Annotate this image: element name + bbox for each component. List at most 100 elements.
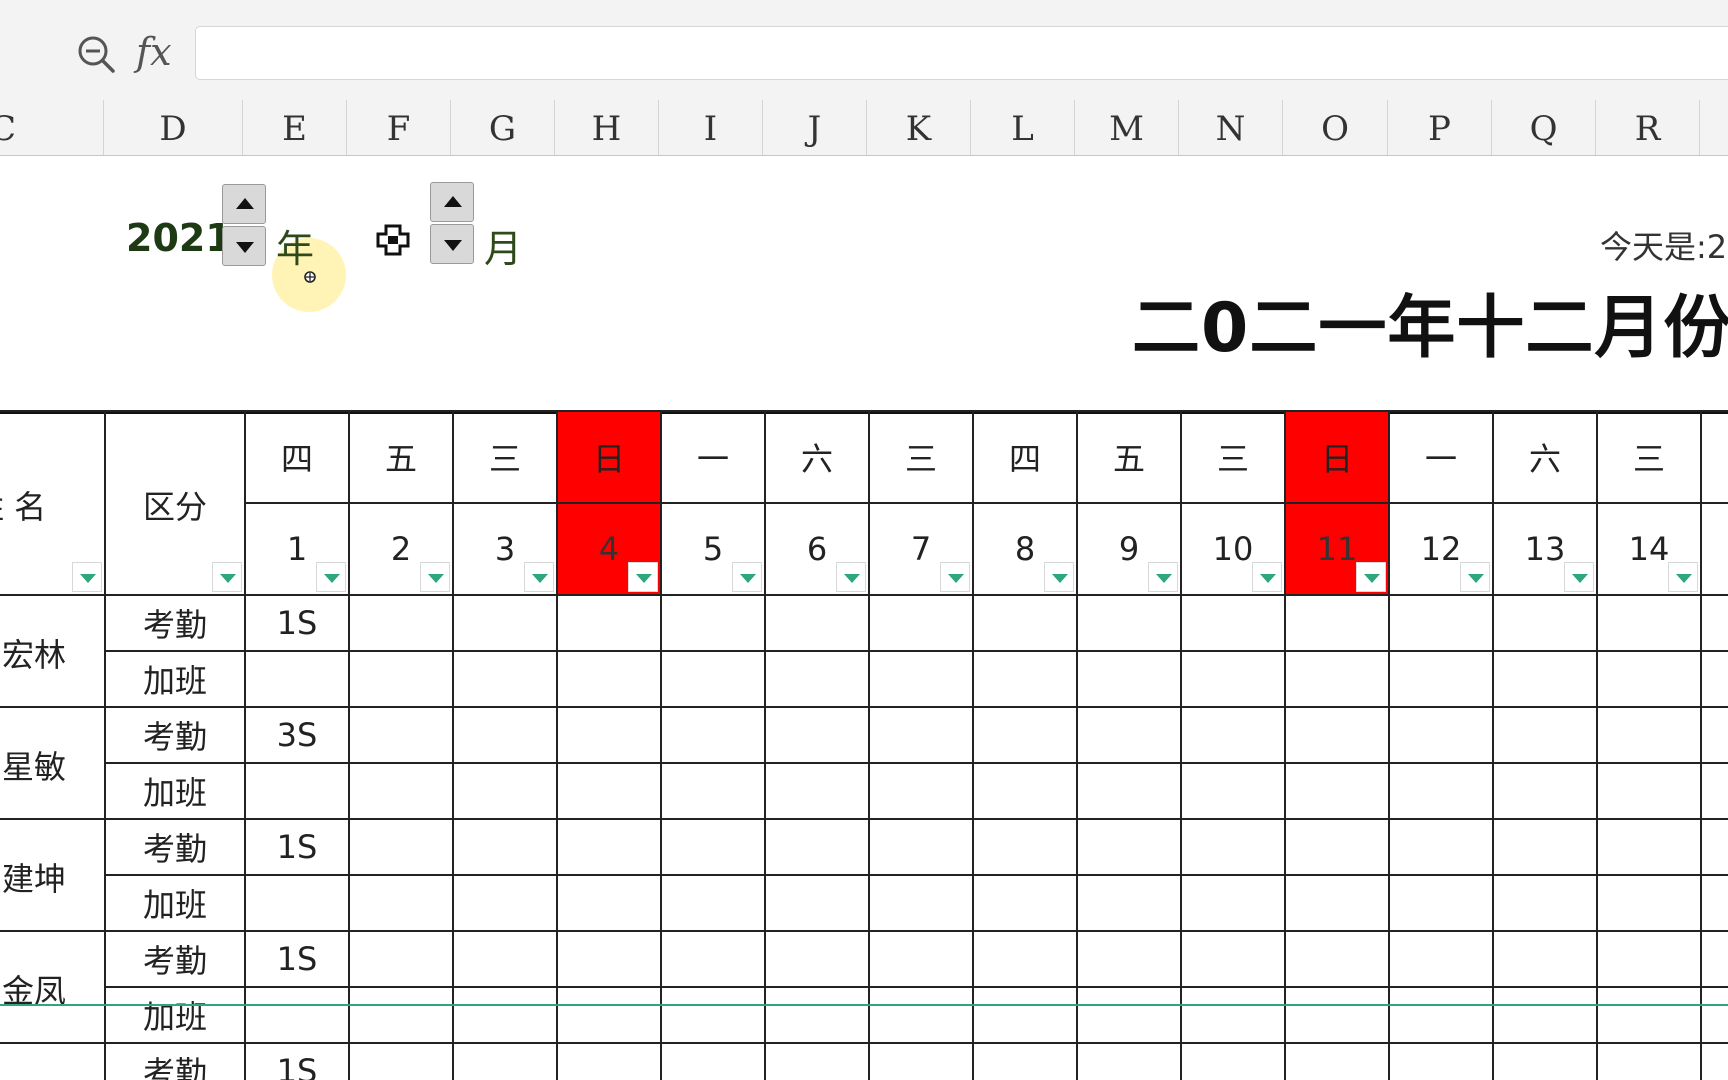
weekday-cell[interactable]: 三 <box>452 410 558 504</box>
date-cell[interactable]: 11 <box>1284 502 1390 596</box>
day-cell[interactable] <box>660 762 766 820</box>
month-increase-button[interactable] <box>430 182 474 222</box>
column-header-n[interactable]: N <box>1179 100 1283 155</box>
day-cell[interactable] <box>1180 650 1286 708</box>
weekday-cell[interactable]: 日 <box>556 410 662 504</box>
day-cell[interactable] <box>1388 986 1494 1044</box>
day-cell[interactable] <box>556 762 662 820</box>
day-cell[interactable] <box>1492 594 1598 652</box>
day-cell[interactable] <box>972 650 1078 708</box>
day-cell[interactable] <box>1596 818 1702 876</box>
day-cell[interactable] <box>1596 706 1702 764</box>
day-cell[interactable] <box>972 594 1078 652</box>
weekday-cell[interactable]: 五 <box>348 410 454 504</box>
day-cell[interactable] <box>1076 986 1182 1044</box>
fx-icon[interactable]: fx <box>136 30 172 74</box>
category-cell[interactable]: 考勤 <box>104 818 246 876</box>
day-cell[interactable] <box>868 874 974 932</box>
day-cell[interactable] <box>1596 986 1702 1044</box>
day-cell[interactable] <box>1076 706 1182 764</box>
day-cell[interactable] <box>1700 818 1728 876</box>
day-cell[interactable] <box>868 650 974 708</box>
day-cell[interactable] <box>1388 650 1494 708</box>
date-cell[interactable]: 5 <box>660 502 766 596</box>
day-cell[interactable] <box>972 818 1078 876</box>
column-header-p[interactable]: P <box>1388 100 1492 155</box>
day-cell[interactable] <box>556 930 662 988</box>
weekday-cell[interactable]: 三 <box>868 410 974 504</box>
category-filter-button[interactable] <box>212 562 242 592</box>
day-cell[interactable] <box>348 986 454 1044</box>
weekday-cell[interactable]: 一 <box>1388 410 1494 504</box>
weekday-cell[interactable]: 六 <box>764 410 870 504</box>
day-cell[interactable] <box>868 986 974 1044</box>
employee-name-cell[interactable]: 星敏 <box>0 706 106 820</box>
day-cell[interactable] <box>1700 1042 1728 1080</box>
day-cell[interactable] <box>556 818 662 876</box>
day-cell[interactable] <box>1492 650 1598 708</box>
day-cell[interactable] <box>764 650 870 708</box>
date-cell[interactable]: 8 <box>972 502 1078 596</box>
weekday-cell[interactable]: 三 <box>1596 410 1702 504</box>
day-cell[interactable] <box>348 706 454 764</box>
weekday-cell[interactable]: 四 <box>972 410 1078 504</box>
column-header-i[interactable]: I <box>659 100 763 155</box>
column-header-f[interactable]: F <box>347 100 451 155</box>
date-cell[interactable] <box>1700 502 1728 596</box>
day-cell[interactable] <box>1180 762 1286 820</box>
day-cell[interactable] <box>452 818 558 876</box>
day-cell[interactable] <box>1596 1042 1702 1080</box>
category-cell[interactable]: 加班 <box>104 650 246 708</box>
day-cell[interactable] <box>452 1042 558 1080</box>
day-cell[interactable] <box>868 706 974 764</box>
column-header-j[interactable]: J <box>763 100 867 155</box>
date-cell[interactable]: 1 <box>244 502 350 596</box>
weekday-cell[interactable] <box>1700 410 1728 504</box>
day-cell[interactable] <box>764 1042 870 1080</box>
date-filter-button[interactable] <box>524 562 554 592</box>
day-cell[interactable] <box>1700 930 1728 988</box>
day-cell[interactable] <box>244 650 350 708</box>
month-decrease-button[interactable] <box>430 224 474 264</box>
employee-name-cell[interactable]: 建坤 <box>0 818 106 932</box>
day-cell[interactable] <box>764 706 870 764</box>
day-cell[interactable] <box>1180 818 1286 876</box>
column-header-e[interactable]: E <box>243 100 347 155</box>
day-cell[interactable] <box>1492 874 1598 932</box>
day-cell[interactable] <box>1492 930 1598 988</box>
day-cell[interactable] <box>1180 594 1286 652</box>
day-cell[interactable] <box>452 874 558 932</box>
day-cell[interactable] <box>556 706 662 764</box>
day-cell[interactable] <box>868 762 974 820</box>
day-cell[interactable] <box>348 650 454 708</box>
column-header-m[interactable]: M <box>1075 100 1179 155</box>
day-cell[interactable] <box>556 874 662 932</box>
day-cell[interactable] <box>1076 874 1182 932</box>
date-cell[interactable]: 14 <box>1596 502 1702 596</box>
column-header-c[interactable]: C <box>0 100 104 155</box>
date-filter-button[interactable] <box>1668 562 1698 592</box>
date-filter-button[interactable] <box>940 562 970 592</box>
category-cell[interactable]: 加班 <box>104 986 246 1044</box>
category-cell[interactable]: 加班 <box>104 874 246 932</box>
date-cell[interactable]: 10 <box>1180 502 1286 596</box>
day-cell[interactable] <box>1284 762 1390 820</box>
date-filter-button[interactable] <box>628 562 658 592</box>
day-cell[interactable] <box>1492 1042 1598 1080</box>
day-cell[interactable] <box>660 1042 766 1080</box>
date-cell[interactable]: 4 <box>556 502 662 596</box>
day-cell[interactable] <box>1700 986 1728 1044</box>
day-cell[interactable] <box>1076 818 1182 876</box>
column-header-l[interactable]: L <box>971 100 1075 155</box>
year-decrease-button[interactable] <box>222 226 266 266</box>
day-cell[interactable] <box>452 986 558 1044</box>
day-cell[interactable] <box>660 874 766 932</box>
day-cell[interactable] <box>1596 762 1702 820</box>
day-cell[interactable] <box>764 818 870 876</box>
day-cell[interactable] <box>660 930 766 988</box>
day-cell[interactable] <box>1076 650 1182 708</box>
day-cell[interactable] <box>764 762 870 820</box>
day-cell[interactable]: 1S <box>244 930 350 988</box>
category-cell[interactable]: 考勤 <box>104 706 246 764</box>
date-cell[interactable]: 2 <box>348 502 454 596</box>
